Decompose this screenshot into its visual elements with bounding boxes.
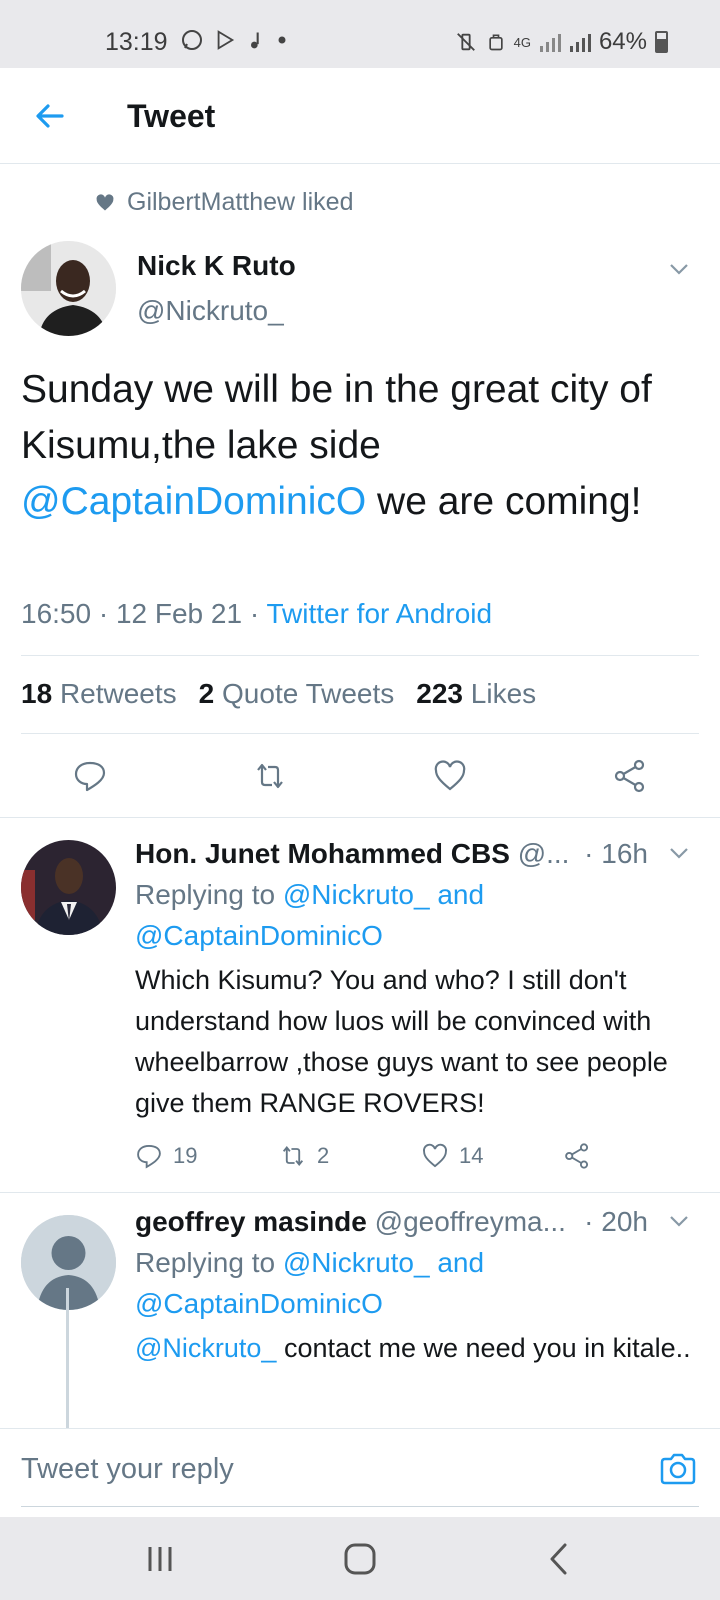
reply-like-action[interactable]: 14 bbox=[421, 1142, 483, 1170]
replying-to-prefix: Replying to bbox=[135, 1247, 283, 1278]
divider bbox=[0, 1192, 720, 1193]
status-time: 13:19 bbox=[105, 28, 168, 56]
music-note-icon bbox=[251, 32, 259, 49]
signal-icon-2 bbox=[569, 34, 591, 52]
home-icon[interactable] bbox=[340, 1539, 380, 1579]
tweet-text-part1: Sunday we will be in the great city of K… bbox=[21, 368, 652, 467]
back-arrow-icon[interactable] bbox=[32, 98, 68, 134]
tweet-timestamp: 16:50 · 12 Feb 21 · Twitter for Android bbox=[21, 598, 492, 630]
chevron-down-icon[interactable] bbox=[668, 1210, 690, 1232]
play-store-icon bbox=[217, 30, 235, 50]
chevron-down-icon[interactable] bbox=[668, 258, 690, 280]
reply-reply-action[interactable]: 19 bbox=[135, 1142, 197, 1170]
author-avatar-image bbox=[21, 241, 116, 336]
status-bar: 13:19 4G 64% bbox=[0, 0, 720, 68]
reply-actions: 19 2 14 bbox=[135, 1142, 695, 1178]
likes-count: 223 bbox=[416, 678, 463, 709]
likes-label: Likes bbox=[470, 678, 537, 709]
social-context[interactable]: GilbertMatthew liked bbox=[95, 188, 353, 217]
tweet-time-date: 16:50 · 12 Feb 21 · bbox=[21, 598, 267, 629]
reply-timestamp: · 20h bbox=[584, 1206, 648, 1237]
like-icon bbox=[423, 1143, 447, 1168]
reply-retweet-action[interactable]: 2 bbox=[279, 1142, 329, 1170]
share-icon bbox=[565, 1143, 589, 1169]
retweet-count: 2 bbox=[317, 1143, 330, 1168]
heart-icon bbox=[96, 193, 114, 210]
share-icon[interactable] bbox=[612, 758, 648, 794]
reply-count: 19 bbox=[173, 1143, 198, 1168]
social-context-label: GilbertMatthew liked bbox=[127, 188, 354, 216]
app-header: Tweet bbox=[0, 68, 720, 164]
reply-avatar-image bbox=[21, 840, 116, 935]
reply-input[interactable] bbox=[21, 1447, 621, 1491]
retweet-icon bbox=[282, 1145, 304, 1167]
like-icon[interactable] bbox=[432, 758, 468, 794]
battery-percent: 64% bbox=[598, 28, 647, 55]
replying-to: Replying to @Nickruto_ and @CaptainDomini… bbox=[135, 874, 695, 956]
reply-author-name: Hon. Junet Mohammed CBS bbox=[135, 838, 510, 869]
likes-stat[interactable]: 223 Likes bbox=[416, 678, 536, 710]
retweets-label: Retweets bbox=[59, 678, 177, 709]
replying-to: Replying to @Nickruto_ and @CaptainDomini… bbox=[135, 1242, 695, 1324]
status-notification-icons bbox=[180, 28, 288, 52]
reply-share-action[interactable] bbox=[563, 1142, 591, 1170]
reply-author-handle: @... bbox=[517, 838, 570, 869]
author-name[interactable]: Nick K Ruto bbox=[137, 250, 296, 282]
battery-icon bbox=[655, 31, 668, 53]
dot-icon bbox=[278, 36, 286, 44]
signal-icon bbox=[539, 34, 561, 52]
divider bbox=[0, 817, 720, 818]
tweet-text: Sunday we will be in the great city of K… bbox=[21, 362, 691, 530]
reply-underline bbox=[21, 1506, 699, 1507]
reply-text: Which Kisumu? You and who? I still don't… bbox=[135, 965, 668, 1118]
tweet-mention-link[interactable]: @CaptainDominicO bbox=[21, 480, 366, 523]
divider bbox=[21, 655, 699, 656]
reply-icon bbox=[137, 1144, 161, 1169]
reply-avatar[interactable] bbox=[21, 840, 116, 935]
divider bbox=[21, 733, 699, 734]
thread-line bbox=[66, 1288, 69, 1428]
back-icon[interactable] bbox=[540, 1539, 580, 1579]
quotes-label: Quote Tweets bbox=[222, 678, 395, 709]
retweets-stat[interactable]: 18 Retweets bbox=[21, 678, 177, 710]
tweet-source-link[interactable]: Twitter for Android bbox=[266, 598, 492, 629]
status-system-icons: 4G 64% bbox=[454, 28, 668, 56]
reply-author-name: geoffrey masinde bbox=[135, 1206, 367, 1237]
whatsapp-icon bbox=[182, 30, 202, 50]
replying-to-mentions[interactable]: @Nickruto_ and bbox=[283, 879, 484, 910]
camera-icon[interactable] bbox=[658, 1449, 698, 1489]
like-count: 14 bbox=[459, 1143, 484, 1168]
author-avatar[interactable] bbox=[21, 241, 116, 336]
reply-icon[interactable] bbox=[72, 758, 108, 794]
retweets-count: 18 bbox=[21, 678, 53, 709]
replying-to-mentions-2[interactable]: @CaptainDominicO bbox=[135, 1288, 383, 1319]
replying-to-prefix: Replying to bbox=[135, 879, 283, 910]
tweet-actions bbox=[0, 750, 720, 810]
lock-battery-icon bbox=[488, 34, 503, 51]
reply-author[interactable]: geoffrey masinde @geoffreyma... bbox=[135, 1206, 566, 1238]
replying-to-mentions[interactable]: @Nickruto_ and bbox=[283, 1247, 484, 1278]
quotes-count: 2 bbox=[198, 678, 215, 709]
page-title: Tweet bbox=[127, 98, 216, 134]
system-nav-bar bbox=[0, 1517, 720, 1600]
reply-author[interactable]: Hon. Junet Mohammed CBS @... bbox=[135, 838, 569, 870]
reply-author-handle: @geoffreyma... bbox=[374, 1206, 566, 1237]
reply-composer bbox=[0, 1428, 720, 1512]
tweet-stats: 18 Retweets 2 Quote Tweets 223 Likes bbox=[21, 678, 536, 710]
tweet-text-part2: we are coming! bbox=[366, 480, 642, 523]
recent-apps-icon[interactable] bbox=[140, 1539, 180, 1579]
network-type: 4G bbox=[513, 34, 531, 50]
vibrate-mute-icon bbox=[456, 33, 475, 51]
reply-text-mention[interactable]: @Nickruto_ bbox=[135, 1333, 276, 1363]
reply-text-body: contact me we need you in kitale.. bbox=[276, 1333, 691, 1363]
replying-to-mentions-2[interactable]: @CaptainDominicO bbox=[135, 920, 383, 951]
retweet-icon[interactable] bbox=[252, 758, 288, 794]
reply-timestamp: · 16h bbox=[584, 838, 648, 869]
quotes-stat[interactable]: 2 Quote Tweets bbox=[199, 678, 395, 710]
chevron-down-icon[interactable] bbox=[668, 842, 690, 864]
reply-text: @Nickruto_ contact me we need you in kit… bbox=[135, 1328, 695, 1369]
author-handle[interactable]: @Nickruto_ bbox=[137, 295, 284, 327]
